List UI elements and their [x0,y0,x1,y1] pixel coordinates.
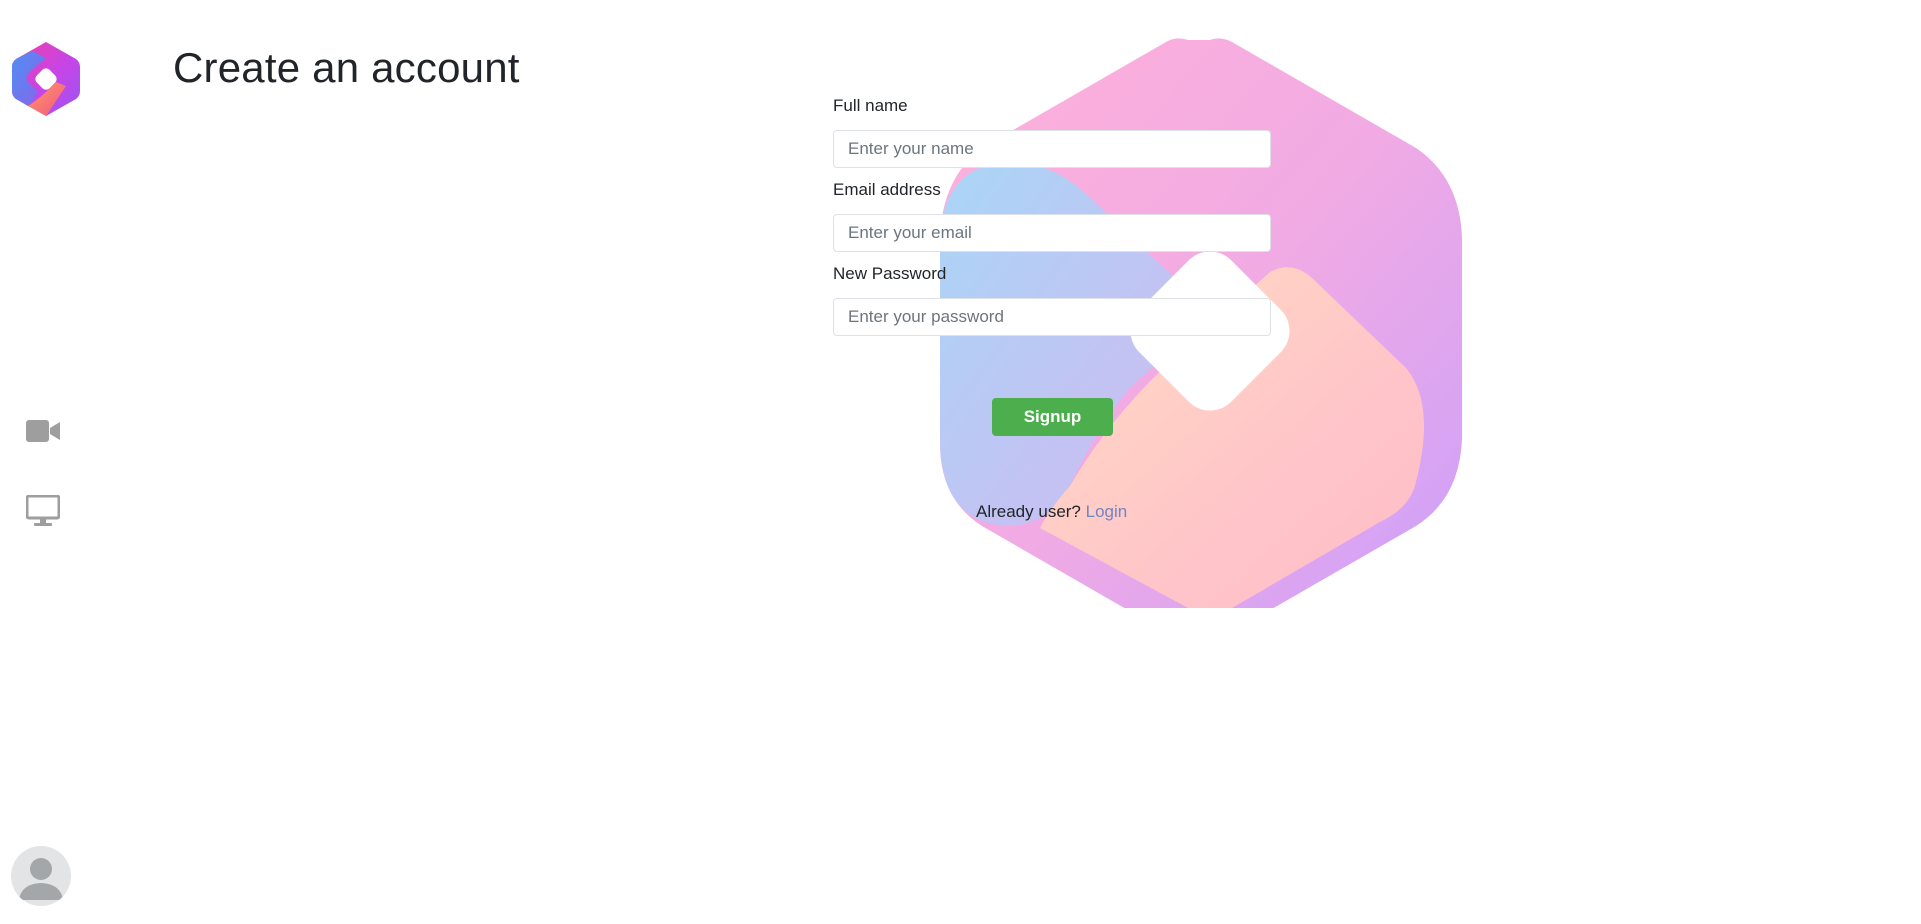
password-label: New Password [833,264,947,283]
full-name-input[interactable] [833,130,1271,168]
app-logo-icon[interactable] [10,40,82,118]
email-label: Email address [833,180,941,199]
sidebar [0,0,90,924]
full-name-label: Full name [833,96,908,115]
email-input[interactable] [833,214,1271,252]
login-prompt: Already user? Login [976,502,1127,522]
login-prompt-text: Already user? [976,502,1081,521]
video-camera-icon[interactable] [24,414,62,448]
user-avatar-icon[interactable] [11,846,71,906]
monitor-icon[interactable] [24,494,62,528]
page-title: Create an account [173,44,520,91]
password-input[interactable] [833,298,1271,336]
login-link[interactable]: Login [1086,502,1128,521]
signup-button[interactable]: Signup [992,398,1113,436]
signup-page: Create an account Full name Enter your n… [0,0,1921,924]
